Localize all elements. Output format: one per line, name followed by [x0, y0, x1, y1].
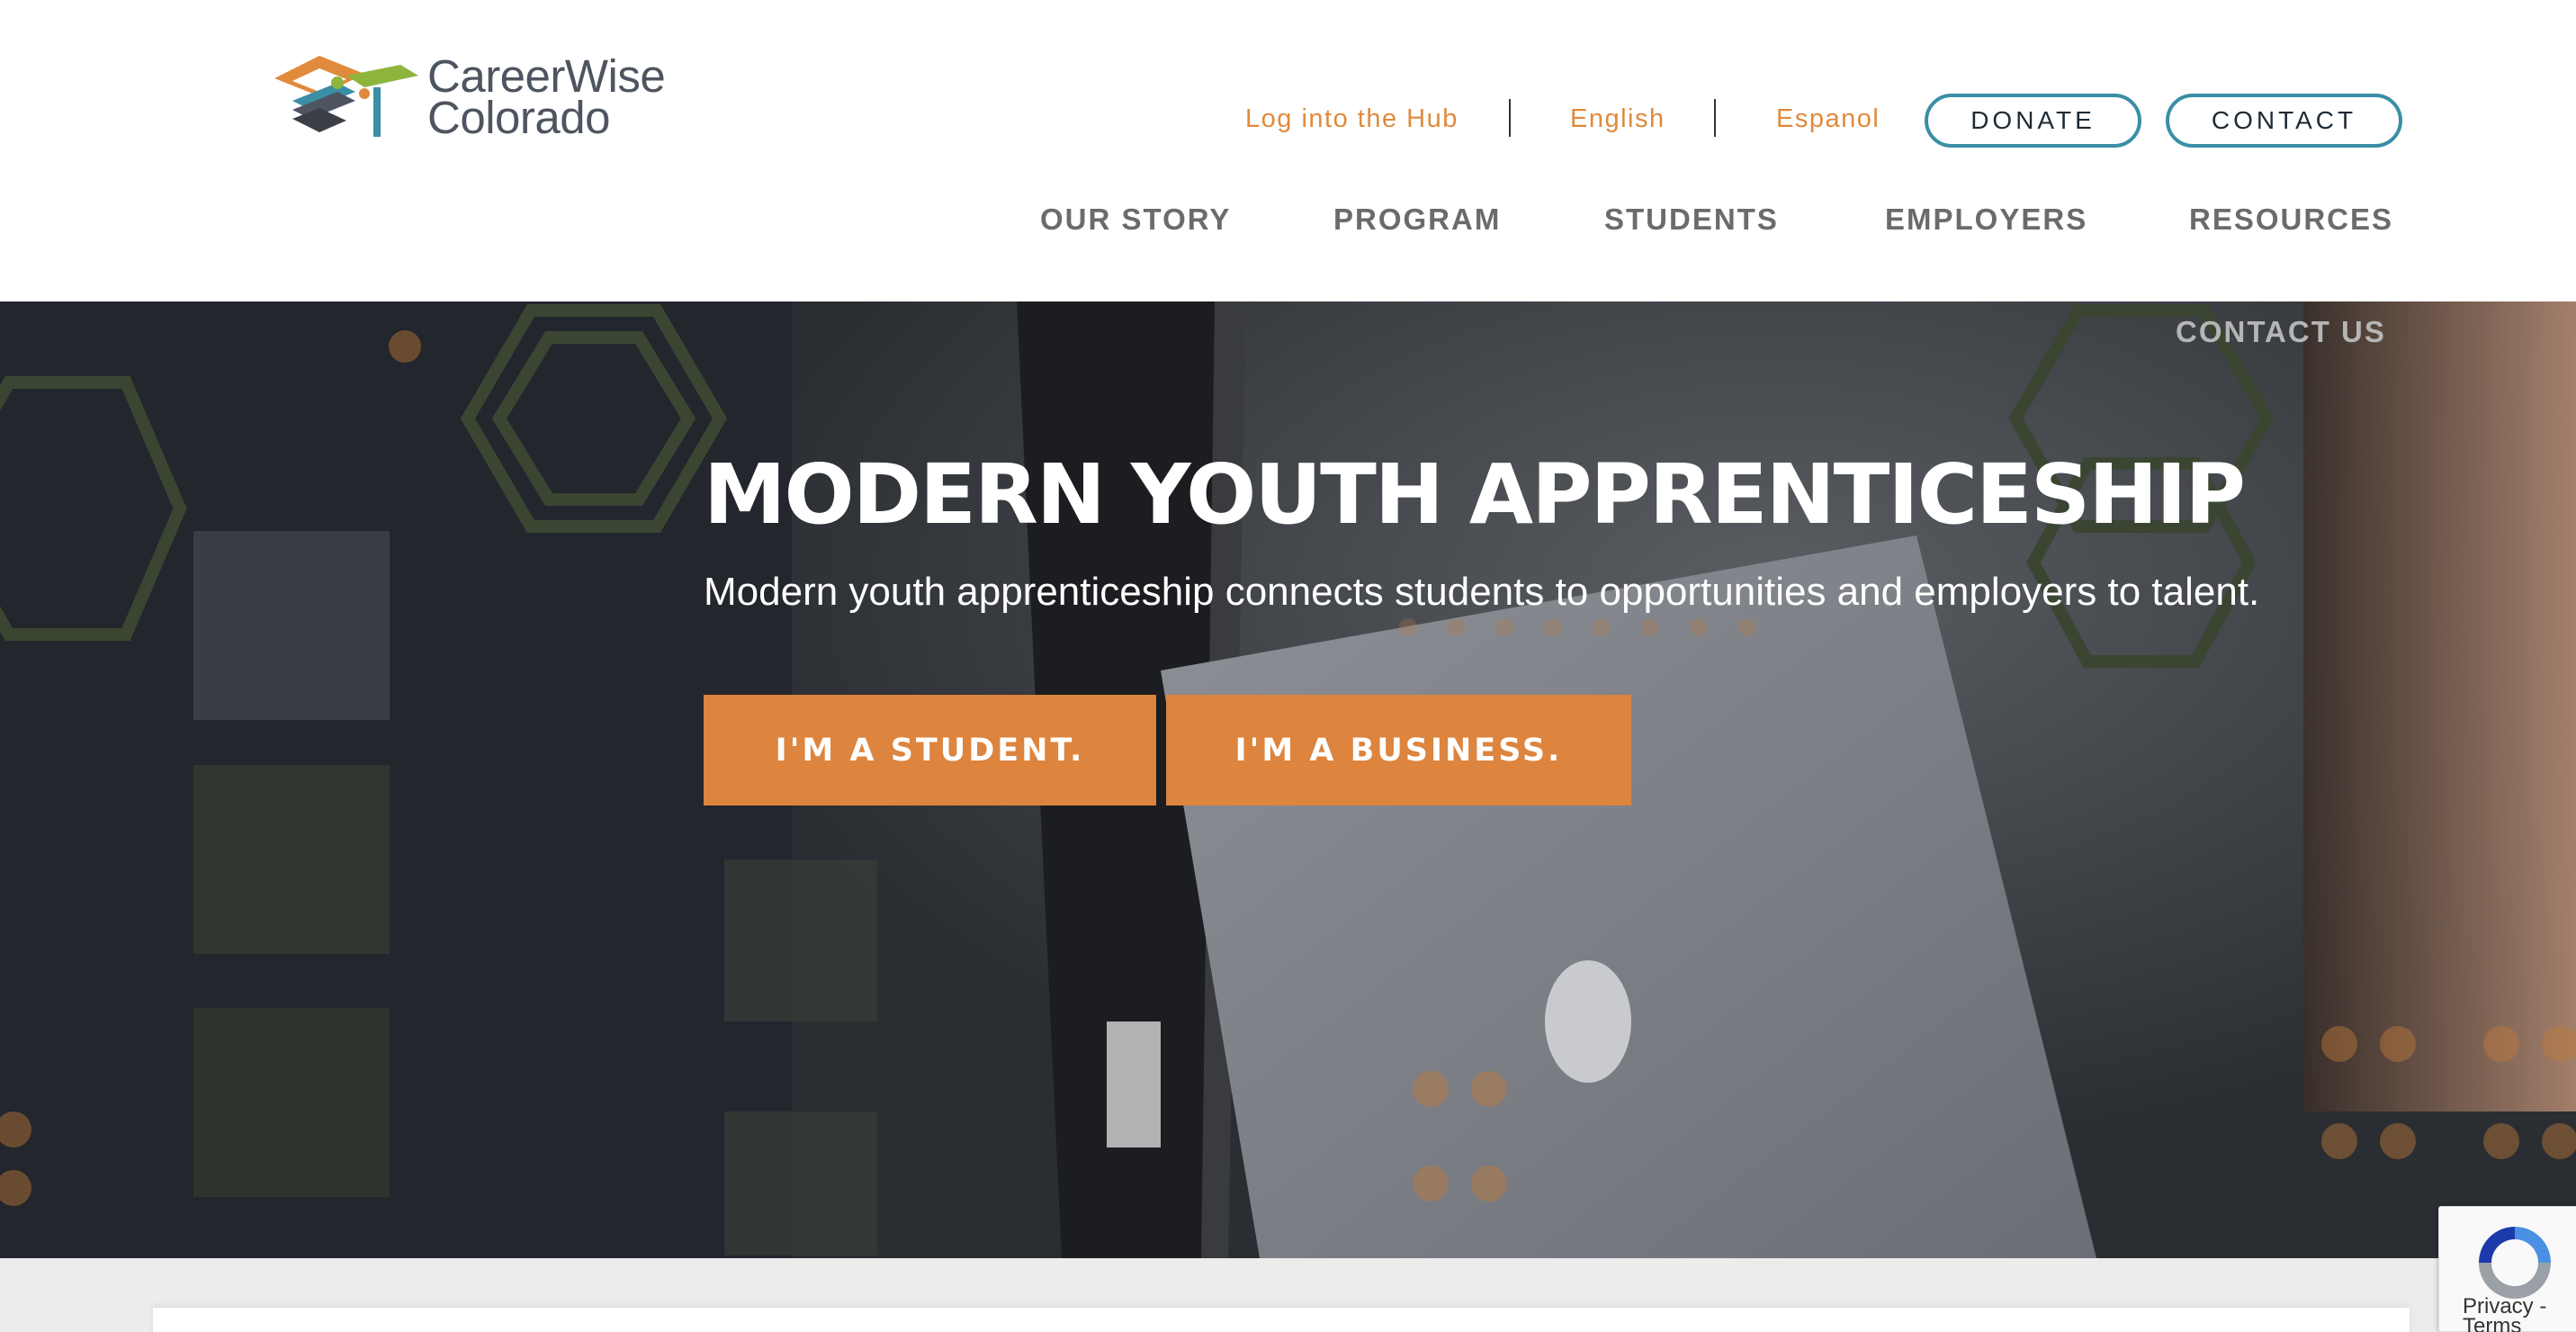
login-hub-link[interactable]: Log into the Hub: [1245, 104, 1459, 134]
recaptcha-links: Privacy - Terms: [2463, 1294, 2547, 1332]
recaptcha-separator: -: [2533, 1294, 2547, 1318]
nav-program[interactable]: PROGRAM: [1333, 202, 1501, 237]
recaptcha-badge[interactable]: Privacy - Terms: [2438, 1206, 2576, 1332]
content-card: [153, 1308, 2410, 1332]
donate-button[interactable]: DONATE: [1925, 94, 2141, 148]
hero-content: MODERN YOUTH APPRENTICESHIP Modern youth…: [704, 446, 2259, 615]
nav-employers[interactable]: EMPLOYERS: [1885, 202, 2087, 237]
nav-our-story[interactable]: OUR STORY: [1040, 202, 1231, 237]
logo-line-2: Colorado: [427, 92, 610, 143]
content-section: [0, 1258, 2576, 1332]
student-cta-button[interactable]: I'M A STUDENT.: [704, 695, 1156, 806]
language-espanol-link[interactable]: Espanol: [1776, 104, 1880, 134]
nav-resources[interactable]: RESOURCES: [2189, 202, 2393, 237]
site-header: CareerWise Colorado Log into the Hub Eng…: [0, 0, 2576, 302]
nav-contact-us[interactable]: CONTACT US: [2176, 315, 2386, 349]
utility-divider: [1509, 99, 1511, 137]
recaptcha-terms-link[interactable]: Terms: [2463, 1314, 2521, 1332]
language-english-link[interactable]: English: [1570, 104, 1665, 134]
careerwise-logo-icon: [274, 56, 418, 137]
recaptcha-icon: [2479, 1227, 2551, 1299]
hero-banner: MODERN YOUTH APPRENTICESHIP Modern youth…: [0, 302, 2576, 1258]
contact-button[interactable]: CONTACT: [2166, 94, 2402, 148]
hero-subtitle: Modern youth apprenticeship connects stu…: [704, 570, 2260, 614]
nav-students[interactable]: STUDENTS: [1604, 202, 1779, 237]
careerwise-logo[interactable]: CareerWise Colorado: [265, 47, 679, 150]
utility-divider: [1714, 99, 1716, 137]
logo-wordmark: CareerWise Colorado: [427, 53, 666, 143]
business-cta-button[interactable]: I'M A BUSINESS.: [1166, 695, 1631, 806]
hero-title: MODERN YOUTH APPRENTICESHIP: [704, 446, 2246, 543]
